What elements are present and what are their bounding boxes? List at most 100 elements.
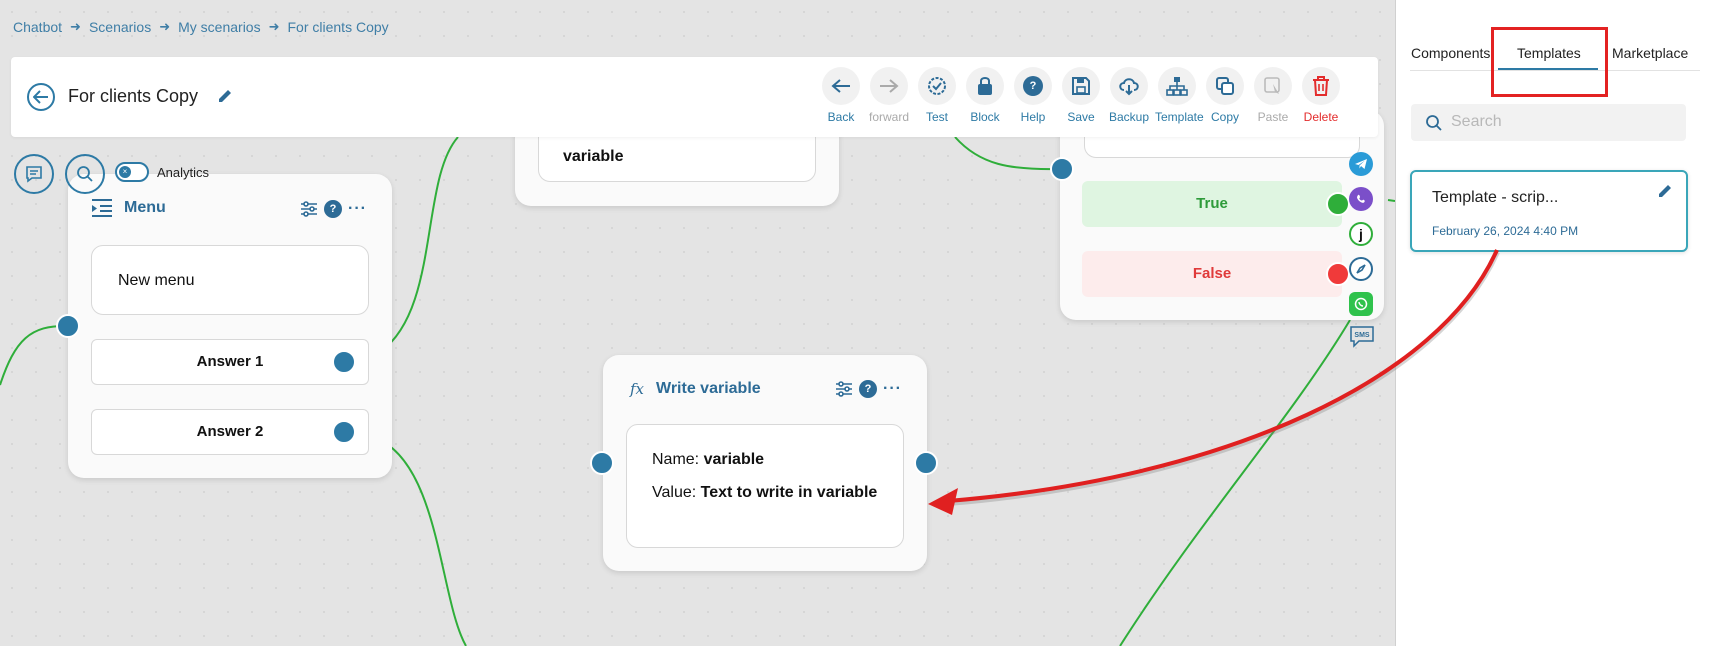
template-tool[interactable]: Template xyxy=(1155,67,1204,124)
menu-node-actions: ? ··· xyxy=(300,200,367,218)
viber-icon[interactable] xyxy=(1349,187,1373,211)
help-icon[interactable]: ? xyxy=(324,200,342,218)
wire-to-condition xyxy=(954,136,1061,171)
save-label: Save xyxy=(1067,110,1095,124)
save-icon xyxy=(1072,77,1090,95)
help-icon: ? xyxy=(1023,76,1043,96)
true-connector[interactable] xyxy=(1326,192,1350,216)
help-icon[interactable]: ? xyxy=(859,380,877,398)
answer-2-connector[interactable] xyxy=(332,420,356,444)
arrow-left-icon xyxy=(831,79,850,93)
menu-node-title: Menu xyxy=(124,199,166,216)
more-options-icon[interactable]: ··· xyxy=(883,380,902,398)
false-connector[interactable] xyxy=(1326,262,1350,286)
search-canvas-button[interactable] xyxy=(65,154,105,194)
search-icon xyxy=(77,166,93,182)
telegram-icon[interactable] xyxy=(1349,152,1373,176)
wire-false-out xyxy=(1119,319,1351,646)
gear-check-icon xyxy=(928,77,946,95)
analytics-toggle[interactable]: × xyxy=(115,162,149,182)
wire-to-menu xyxy=(0,324,69,386)
paste-tool[interactable]: Paste xyxy=(1251,67,1295,124)
edit-template-icon[interactable] xyxy=(1656,182,1674,200)
arrow-right-icon: ➜ xyxy=(159,19,171,34)
forward-tool[interactable]: forward xyxy=(867,67,911,124)
arrow-right-icon xyxy=(880,79,899,93)
test-label: Test xyxy=(925,110,948,124)
breadcrumb-chatbot[interactable]: Chatbot xyxy=(13,19,62,35)
test-tool[interactable]: Test xyxy=(915,67,959,124)
copy-icon xyxy=(1216,77,1234,95)
help-tool[interactable]: ? Help xyxy=(1011,67,1055,124)
templates-tab-highlight xyxy=(1491,27,1608,97)
trash-icon xyxy=(1313,76,1329,96)
help-label: Help xyxy=(1020,110,1046,124)
toggle-off-icon: × xyxy=(119,166,131,178)
partial-node-text: variable xyxy=(563,148,624,165)
menu-message-text: New menu xyxy=(118,272,195,289)
breadcrumb: Chatbot ➜ Scenarios ➜ My scenarios ➜ For… xyxy=(13,19,389,35)
menu-input-connector[interactable] xyxy=(56,314,80,338)
answer-2-button[interactable]: Answer 2 xyxy=(91,409,369,455)
comments-button[interactable] xyxy=(14,154,54,194)
write-variable-content[interactable]: Name: variable Value: Text to write in v… xyxy=(626,424,904,548)
write-variable-output-connector[interactable] xyxy=(914,451,938,475)
write-variable-input-connector[interactable] xyxy=(590,451,614,475)
comment-icon xyxy=(26,166,42,183)
scenario-title: For clients Copy xyxy=(68,86,199,106)
arrow-right-icon: ➜ xyxy=(268,19,280,34)
flow-canvas[interactable]: Chatbot ➜ Scenarios ➜ My scenarios ➜ For… xyxy=(0,0,1395,646)
breadcrumb-current[interactable]: For clients Copy xyxy=(288,19,389,35)
settings-sliders-icon[interactable] xyxy=(300,201,318,217)
template-label: Template xyxy=(1155,110,1204,124)
answer-1-button[interactable]: Answer 1 xyxy=(91,339,369,385)
wire-true-out xyxy=(1387,199,1395,202)
function-icon: fx xyxy=(630,380,645,398)
variable-name-row: Name: variable xyxy=(652,451,764,469)
whatsapp-icon[interactable] xyxy=(1349,292,1373,316)
delete-tool[interactable]: Delete xyxy=(1299,67,1343,124)
menu-node-header: Menu xyxy=(90,198,166,218)
write-variable-title: Write variable xyxy=(656,380,761,397)
lock-icon xyxy=(978,77,992,95)
sms-icon[interactable]: SMS xyxy=(1349,325,1375,349)
copy-tool[interactable]: Copy xyxy=(1203,67,1247,124)
settings-sliders-icon[interactable] xyxy=(835,381,853,397)
tab-marketplace[interactable]: Marketplace xyxy=(1612,45,1688,61)
jivo-icon[interactable]: j xyxy=(1349,222,1373,246)
back-arrow-button[interactable] xyxy=(27,83,55,111)
template-search-input[interactable] xyxy=(1451,111,1671,133)
menu-message-box[interactable]: New menu xyxy=(91,245,369,315)
scenario-toolbar: For clients Copy Back forward Test Block… xyxy=(11,57,1378,137)
paste-icon xyxy=(1264,77,1280,94)
right-panel: Components Templates Marketplace Templat… xyxy=(1395,0,1713,646)
copy-label: Copy xyxy=(1210,110,1239,124)
edit-title-icon[interactable] xyxy=(216,87,234,105)
breadcrumb-my-scenarios[interactable]: My scenarios xyxy=(178,19,260,35)
menu-icon xyxy=(92,199,112,217)
condition-input-connector[interactable] xyxy=(1050,157,1074,181)
arrow-left-icon xyxy=(33,90,48,104)
back-tool[interactable]: Back xyxy=(819,67,863,124)
breadcrumb-scenarios[interactable]: Scenarios xyxy=(89,19,151,35)
write-variable-actions: ? ··· xyxy=(835,380,902,398)
analytics-label: Analytics xyxy=(157,165,210,180)
arrow-right-icon: ➜ xyxy=(70,19,81,34)
tab-components[interactable]: Components xyxy=(1411,45,1490,61)
template-name: Template - scrip... xyxy=(1432,189,1559,206)
delete-label: Delete xyxy=(1303,110,1339,124)
sms-label: SMS xyxy=(1354,331,1370,339)
backup-tool[interactable]: Backup xyxy=(1107,67,1151,124)
cloud-download-icon xyxy=(1119,78,1139,96)
paste-label: Paste xyxy=(1257,110,1289,124)
more-options-icon[interactable]: ··· xyxy=(348,200,367,218)
block-tool[interactable]: Block xyxy=(963,67,1007,124)
template-card[interactable]: Template - scrip... February 26, 2024 4:… xyxy=(1410,170,1688,252)
block-label: Block xyxy=(970,110,1000,124)
true-branch[interactable]: True xyxy=(1082,181,1342,227)
compass-icon[interactable] xyxy=(1349,257,1373,281)
backup-label: Backup xyxy=(1108,110,1150,124)
false-branch[interactable]: False xyxy=(1082,251,1342,297)
save-tool[interactable]: Save xyxy=(1059,67,1103,124)
answer-1-connector[interactable] xyxy=(332,350,356,374)
